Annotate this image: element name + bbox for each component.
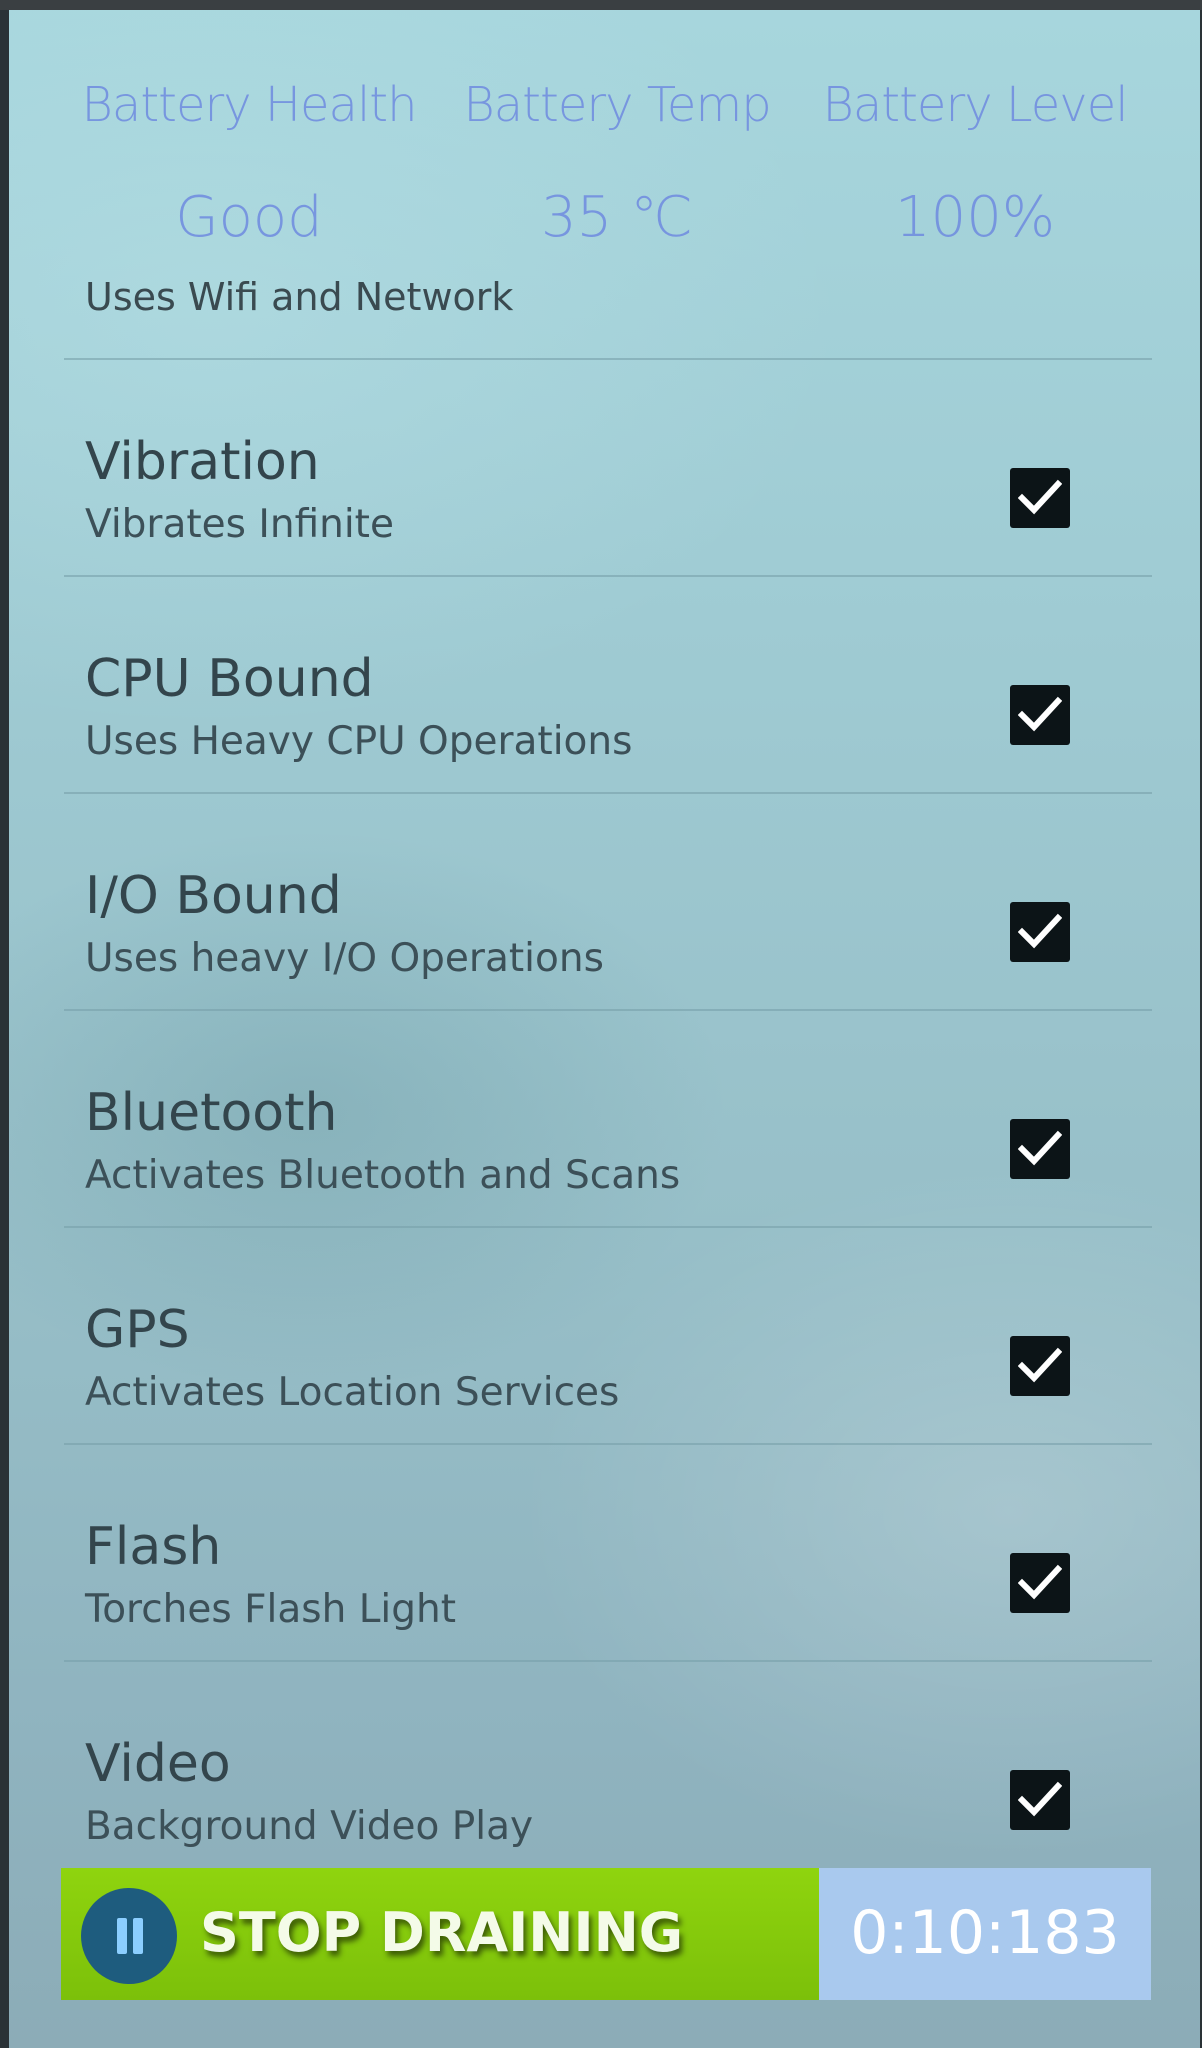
checkmark-icon	[1018, 1781, 1062, 1817]
item-title: GPS	[85, 1300, 190, 1360]
battery-level-label: Battery Level	[822, 77, 1128, 133]
list-item-bluetooth[interactable]: Bluetooth Activates Bluetooth and Scans	[64, 1011, 1152, 1226]
item-subtitle: Uses Heavy CPU Operations	[85, 719, 633, 764]
list-item-io-bound[interactable]: I/O Bound Uses heavy I/O Operations	[64, 794, 1152, 1009]
item-subtitle: Activates Bluetooth and Scans	[85, 1153, 681, 1198]
battery-health-value: Good	[175, 185, 323, 250]
list-item-flash[interactable]: Flash Torches Flash Light	[64, 1445, 1152, 1660]
list-item-partial-subtitle: Uses Wifi and Network	[85, 275, 514, 319]
list-item-video[interactable]: Video Background Video Play	[64, 1662, 1152, 1877]
battery-health-label: Battery Health	[81, 77, 417, 133]
io-bound-checkbox[interactable]	[1010, 902, 1070, 962]
item-subtitle: Uses heavy I/O Operations	[85, 936, 604, 981]
item-title: Vibration	[85, 432, 320, 492]
video-checkbox[interactable]	[1010, 1770, 1070, 1830]
list-item-gps[interactable]: GPS Activates Location Services	[64, 1228, 1152, 1443]
list-item-vibration[interactable]: Vibration Vibrates Infinite	[64, 360, 1152, 575]
item-title: CPU Bound	[85, 649, 374, 709]
item-title: Bluetooth	[85, 1083, 338, 1143]
item-subtitle: Torches Flash Light	[85, 1587, 457, 1632]
battery-temp: Battery Temp 35 ℃	[427, 70, 807, 258]
top-edge	[0, 0, 1202, 10]
item-title: Video	[85, 1734, 231, 1794]
stop-draining-label: STOP DRAINING	[200, 1901, 684, 1964]
flash-checkbox[interactable]	[1010, 1553, 1070, 1613]
stop-draining-button[interactable]: STOP DRAINING	[61, 1868, 819, 2000]
checkmark-icon	[1018, 479, 1062, 515]
battery-level-value: 100%	[894, 185, 1056, 250]
app-screen: Battery Health Good Battery Temp 35 ℃ Ba…	[9, 10, 1200, 2048]
item-subtitle: Vibrates Infinite	[85, 502, 394, 547]
action-bar: STOP DRAINING 0:10:183	[61, 1868, 1151, 2000]
item-subtitle: Background Video Play	[85, 1804, 534, 1849]
battery-health: Battery Health Good	[59, 70, 439, 258]
battery-temp-value: 35 ℃	[541, 185, 693, 250]
battery-level: Battery Level 100%	[785, 70, 1165, 258]
timer-display: 0:10:183	[819, 1868, 1151, 2000]
item-title: Flash	[85, 1517, 222, 1577]
gps-checkbox[interactable]	[1010, 1336, 1070, 1396]
list-item-cpu-bound[interactable]: CPU Bound Uses Heavy CPU Operations	[64, 577, 1152, 792]
timer-value: 0:10:183	[850, 1898, 1120, 1968]
item-subtitle: Activates Location Services	[85, 1370, 620, 1415]
battery-temp-label: Battery Temp	[463, 77, 771, 133]
item-title: I/O Bound	[85, 866, 342, 926]
checkmark-icon	[1018, 1130, 1062, 1166]
bluetooth-checkbox[interactable]	[1010, 1119, 1070, 1179]
vibration-checkbox[interactable]	[1010, 468, 1070, 528]
pause-icon	[81, 1888, 177, 1984]
pause-bar	[117, 1918, 127, 1954]
checkmark-icon	[1018, 1347, 1062, 1383]
checkmark-icon	[1018, 913, 1062, 949]
checkmark-icon	[1018, 1564, 1062, 1600]
cpu-bound-checkbox[interactable]	[1010, 685, 1070, 745]
battery-stats: Battery Health Good Battery Temp 35 ℃ Ba…	[9, 70, 1200, 260]
pause-bar	[133, 1918, 143, 1954]
checkmark-icon	[1018, 696, 1062, 732]
